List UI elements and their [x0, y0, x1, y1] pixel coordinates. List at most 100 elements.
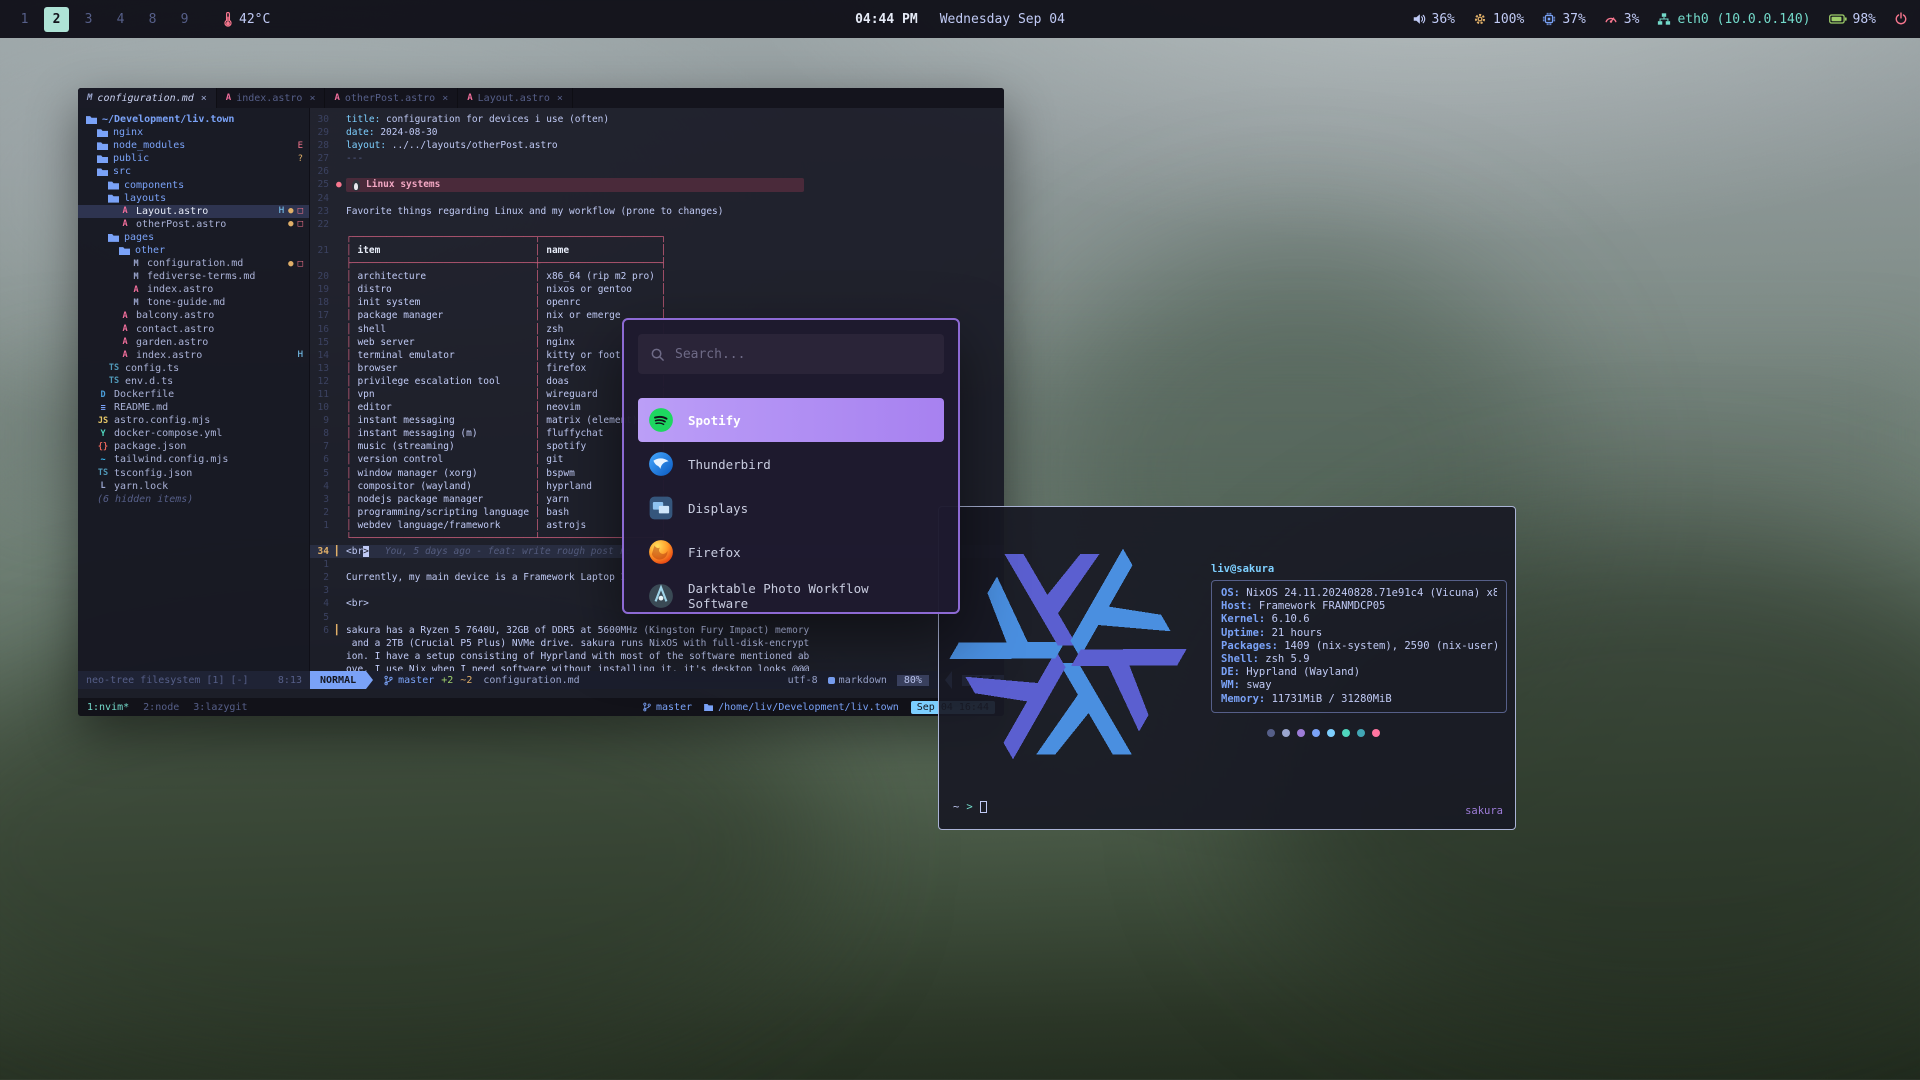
- launcher-item-darktable[interactable]: Darktable Photo Workflow Software: [638, 574, 944, 614]
- buffer-line-text: │ privilege escalation tool │ doas │: [346, 375, 666, 388]
- statusline-neotree-title: neo-tree filesystem [1] [-]: [86, 675, 249, 686]
- tree-item[interactable]: pages: [78, 231, 309, 244]
- workspace-9[interactable]: 9: [172, 7, 197, 32]
- statusline: neo-tree filesystem [1] [-] 8:13 NORMAL …: [78, 671, 1004, 689]
- launcher-item-thunderbird[interactable]: Thunderbird: [638, 442, 944, 486]
- tab-Layout.astro[interactable]: ALayout.astro×: [458, 88, 573, 108]
- tree-item[interactable]: {}package.json: [78, 440, 309, 453]
- module-volume[interactable]: 36%: [1412, 12, 1455, 27]
- buffer-line: ove. I use Nix when I need software with…: [310, 663, 1004, 671]
- tmux-window-1[interactable]: 1:nvim*: [87, 702, 129, 713]
- module-brightness[interactable]: 100%: [1473, 12, 1524, 27]
- module-memory[interactable]: 37%: [1542, 12, 1585, 27]
- launcher-searchbox[interactable]: [638, 334, 944, 374]
- search-input[interactable]: [675, 347, 932, 362]
- workspace-3[interactable]: 3: [76, 7, 101, 32]
- workspace-8[interactable]: 8: [140, 7, 165, 32]
- buffer-line-text: │ distro │ nixos or gentoo │: [346, 283, 666, 296]
- workspace-4[interactable]: 4: [108, 7, 133, 32]
- tab-configuration.md[interactable]: Mconfiguration.md×: [78, 88, 217, 108]
- tree-item[interactable]: TS config.ts: [78, 362, 309, 375]
- clock[interactable]: 04:44 PM Wednesday Sep 04: [855, 12, 1065, 27]
- sign-column: [336, 336, 346, 349]
- line-number: 20: [310, 270, 336, 283]
- folder-icon: [97, 167, 108, 176]
- terminal-window[interactable]: liv@sakura OS: NixOS 24.11.20240828.71e9…: [938, 506, 1516, 830]
- close-icon[interactable]: ×: [201, 93, 207, 104]
- launcher-item-displays[interactable]: Displays: [638, 486, 944, 530]
- fetch-line-os: OS: NixOS 24.11.20240828.71e91c4 (Vicuna…: [1221, 587, 1497, 600]
- buffer-line-text: │ init system │ openrc │: [346, 296, 666, 309]
- tree-item[interactable]: ALayout.astroH●□: [78, 205, 309, 218]
- tree-item[interactable]: Abalcony.astro: [78, 309, 309, 322]
- tree-item[interactable]: TStsconfig.json: [78, 467, 309, 480]
- tab-label: index.astro: [236, 93, 302, 104]
- launcher-item-firefox[interactable]: Firefox: [638, 530, 944, 574]
- tree-item[interactable]: Mtone-guide.md: [78, 296, 309, 309]
- launcher-item-spotify[interactable]: Spotify: [638, 398, 944, 442]
- tree-item[interactable]: Aindex.astro: [78, 283, 309, 296]
- buffer-line: 22: [310, 218, 1004, 231]
- tree-item-badges: H●□: [279, 206, 303, 216]
- buffer-line-text: ├────────────────────────────────┼──────…: [346, 257, 666, 270]
- tree-item[interactable]: Agarden.astro: [78, 336, 309, 349]
- tree-item-label: ~/Development/liv.town: [102, 114, 234, 125]
- tmux-window-2[interactable]: 2:node: [143, 702, 179, 713]
- launcher-item-label: Spotify: [688, 413, 741, 428]
- tree-item[interactable]: public?: [78, 152, 309, 165]
- file-type-icon: A: [119, 206, 131, 216]
- close-icon[interactable]: ×: [309, 93, 315, 104]
- tree-item[interactable]: ≡README.md: [78, 401, 309, 414]
- sign-column: [336, 257, 346, 270]
- temperature-value: 42°C: [239, 12, 270, 27]
- tree-item[interactable]: ~tailwind.config.mjs: [78, 453, 309, 466]
- tree-item-label: astro.config.mjs: [114, 415, 210, 426]
- file-type-icon: TS: [97, 468, 109, 478]
- tree-item[interactable]: Lyarn.lock: [78, 480, 309, 493]
- search-icon: [650, 347, 665, 362]
- workspace-1[interactable]: 1: [12, 7, 37, 32]
- tree-item[interactable]: DDockerfile: [78, 388, 309, 401]
- file-type-icon: TS: [108, 363, 120, 373]
- tree-item-label: config.ts: [125, 363, 179, 374]
- close-icon[interactable]: ×: [442, 93, 448, 104]
- tree-item[interactable]: other: [78, 244, 309, 257]
- shell-prompt[interactable]: ~ >: [953, 801, 987, 813]
- line-number: 15: [310, 336, 336, 349]
- folder-icon: [704, 703, 713, 711]
- tree-item[interactable]: nginx: [78, 126, 309, 139]
- module-brightness-value: 100%: [1493, 12, 1524, 27]
- module-network[interactable]: eth0 (10.0.0.140): [1657, 12, 1810, 27]
- tab-index.astro[interactable]: Aindex.astro×: [217, 88, 326, 108]
- buffer-line-text: │ architecture │ x86_64 (rip m2 pro) │: [346, 270, 666, 283]
- buffer-line-text: │ music (streaming) │ spotify │: [346, 440, 666, 453]
- tree-item[interactable]: Mfediverse-terms.md: [78, 270, 309, 283]
- tree-item[interactable]: src: [78, 165, 309, 178]
- power-icon: [1894, 12, 1908, 26]
- tree-item[interactable]: (6 hidden items): [78, 493, 309, 506]
- tree-item[interactable]: JSastro.config.mjs: [78, 414, 309, 427]
- tree-item[interactable]: Acontact.astro: [78, 323, 309, 336]
- tree-item[interactable]: components: [78, 178, 309, 191]
- tree-item[interactable]: AotherPost.astro●□: [78, 218, 309, 231]
- tree-item[interactable]: Ydocker-compose.yml: [78, 427, 309, 440]
- tree-item[interactable]: Aindex.astroH: [78, 349, 309, 362]
- buffer-line-text: layout: ../../layouts/otherPost.astro: [346, 139, 558, 152]
- fetch-line-kernel: Kernel: 6.10.6: [1221, 613, 1497, 626]
- tmux-window-3[interactable]: 3:lazygit: [193, 702, 247, 713]
- tree-item[interactable]: Mconfiguration.md●□: [78, 257, 309, 270]
- workspace-2[interactable]: 2: [44, 7, 69, 32]
- tab-otherPost.astro[interactable]: AotherPost.astro×: [325, 88, 458, 108]
- powerline-separator: [366, 671, 373, 689]
- tree-item[interactable]: layouts: [78, 192, 309, 205]
- tree-item[interactable]: ~/Development/liv.town: [78, 113, 309, 126]
- temperature-module[interactable]: 42°C: [223, 12, 270, 27]
- module-power[interactable]: [1894, 12, 1908, 26]
- fetch-line-packages: Packages: 1409 (nix-system), 2590 (nix-u…: [1221, 640, 1497, 653]
- close-icon[interactable]: ×: [557, 93, 563, 104]
- module-battery[interactable]: 98%: [1829, 12, 1876, 27]
- tree-item[interactable]: node_modulesE: [78, 139, 309, 152]
- tree-item[interactable]: TSenv.d.ts: [78, 375, 309, 388]
- tab-label: Layout.astro: [478, 93, 550, 104]
- module-cpu[interactable]: 3%: [1604, 12, 1640, 27]
